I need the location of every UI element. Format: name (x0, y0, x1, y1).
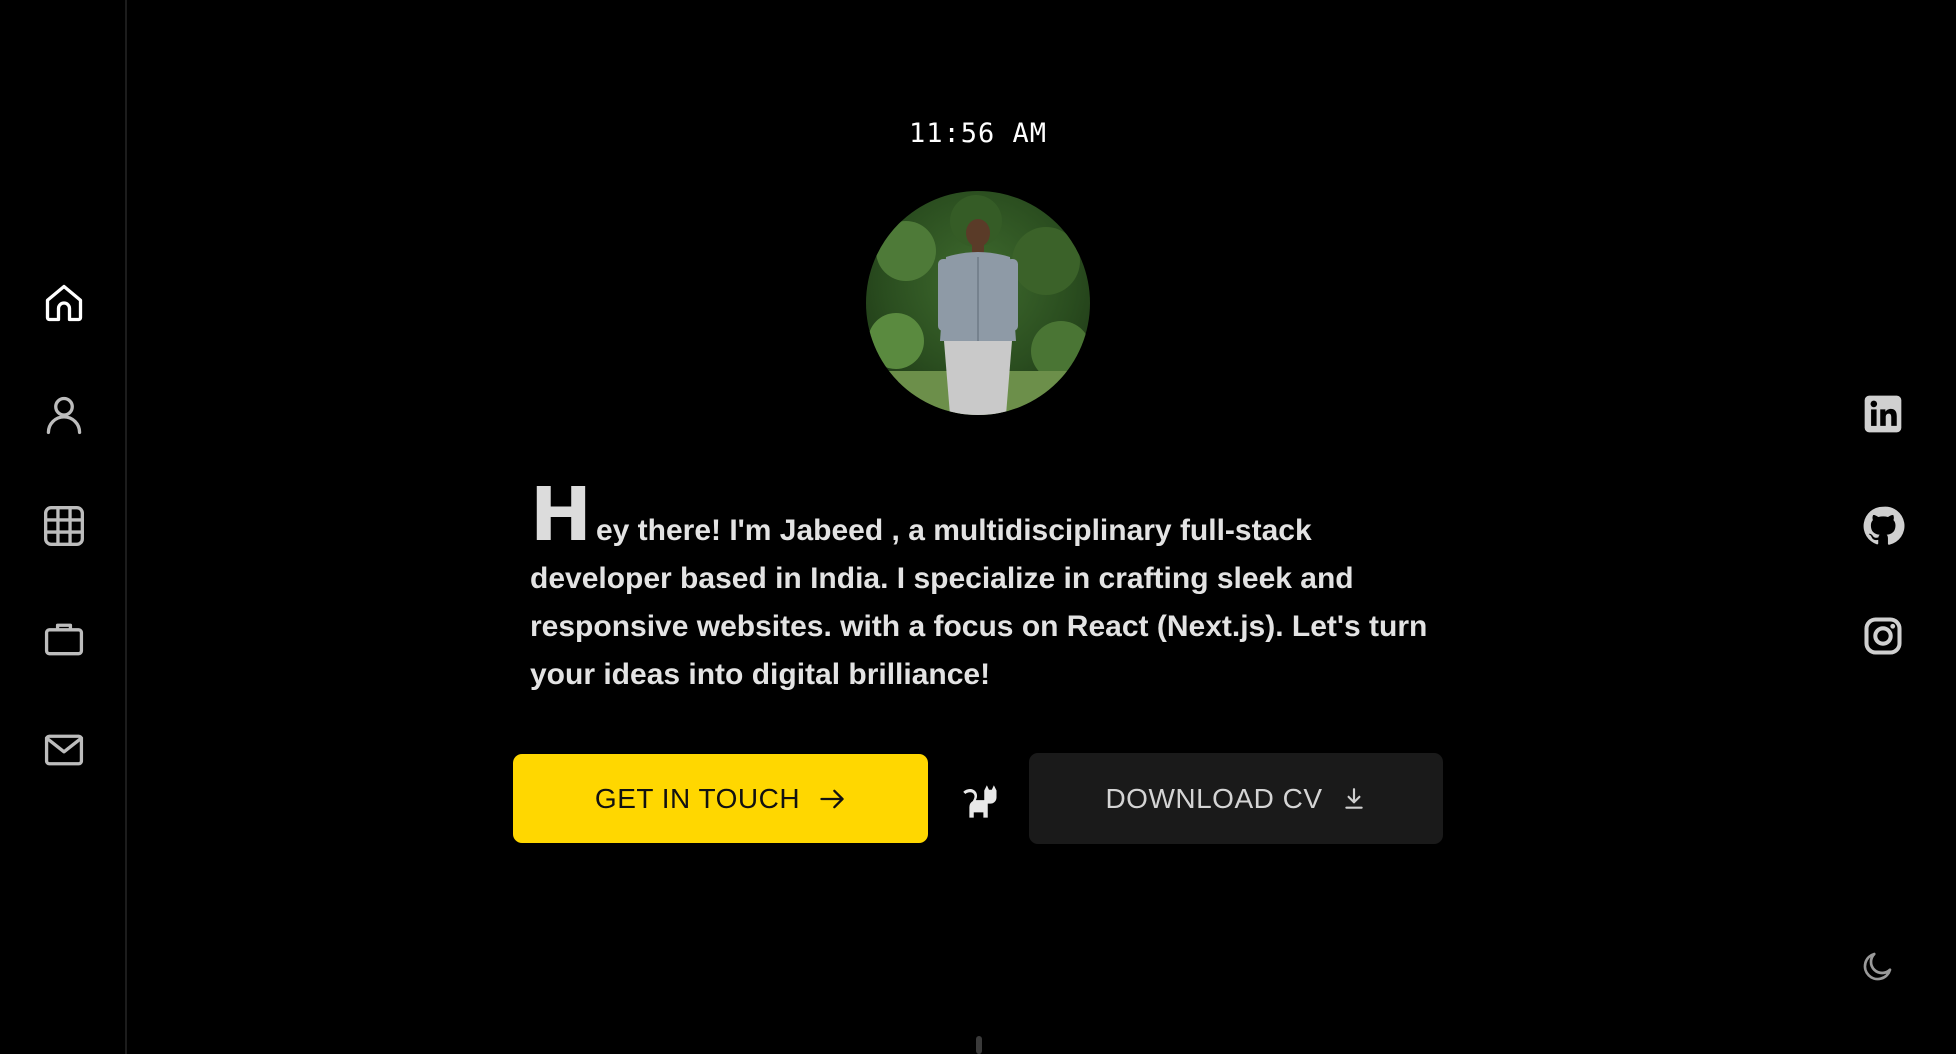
intro-paragraph: Hey there! I'm Jabeed , a multidisciplin… (530, 478, 1450, 699)
arrow-right-icon (820, 789, 844, 808)
get-in-touch-button[interactable]: GET IN TOUCH (513, 754, 928, 843)
cat-glyph (963, 785, 997, 818)
moon-icon (1863, 952, 1892, 981)
download-cv-label: DOWNLOAD CV (1105, 782, 1323, 814)
sidebar-item-experience[interactable] (38, 613, 90, 665)
theme-toggle[interactable] (1858, 946, 1898, 986)
avatar (866, 191, 1090, 415)
github-link[interactable] (1860, 503, 1906, 549)
instagram-icon (1864, 617, 1902, 655)
instagram-link[interactable] (1860, 613, 1906, 659)
github-icon (1863, 506, 1905, 545)
user-icon (46, 396, 82, 435)
download-cv-button[interactable]: DOWNLOAD CV (1029, 753, 1443, 844)
home-icon (45, 284, 83, 322)
sidebar-nav (0, 0, 127, 1054)
profile-photo (866, 191, 1090, 415)
page: 11:56 AM H ey there! I'm Jabeed , a mult… (0, 0, 1956, 1054)
get-in-touch-label: GET IN TOUCH (594, 782, 801, 814)
clock-time: 11:56 AM (908, 118, 1048, 149)
scroll-indicator (976, 1036, 982, 1054)
sidebar-item-about[interactable] (38, 389, 90, 441)
sidebar-item-home[interactable] (38, 277, 90, 329)
cat-icon[interactable] (958, 780, 1000, 822)
mail-icon (44, 734, 84, 766)
sidebar-item-projects[interactable] (38, 500, 90, 552)
intro-text: ey there! I'm Jabeed , a multidisciplina… (530, 514, 1428, 691)
linkedin-link[interactable] (1860, 391, 1906, 437)
grid-icon (44, 506, 84, 546)
briefcase-icon (44, 623, 84, 656)
linkedin-icon (1864, 395, 1902, 433)
sidebar-item-contact[interactable] (38, 724, 90, 776)
intro-dropcap: H (530, 472, 592, 558)
download-icon (1344, 787, 1363, 809)
